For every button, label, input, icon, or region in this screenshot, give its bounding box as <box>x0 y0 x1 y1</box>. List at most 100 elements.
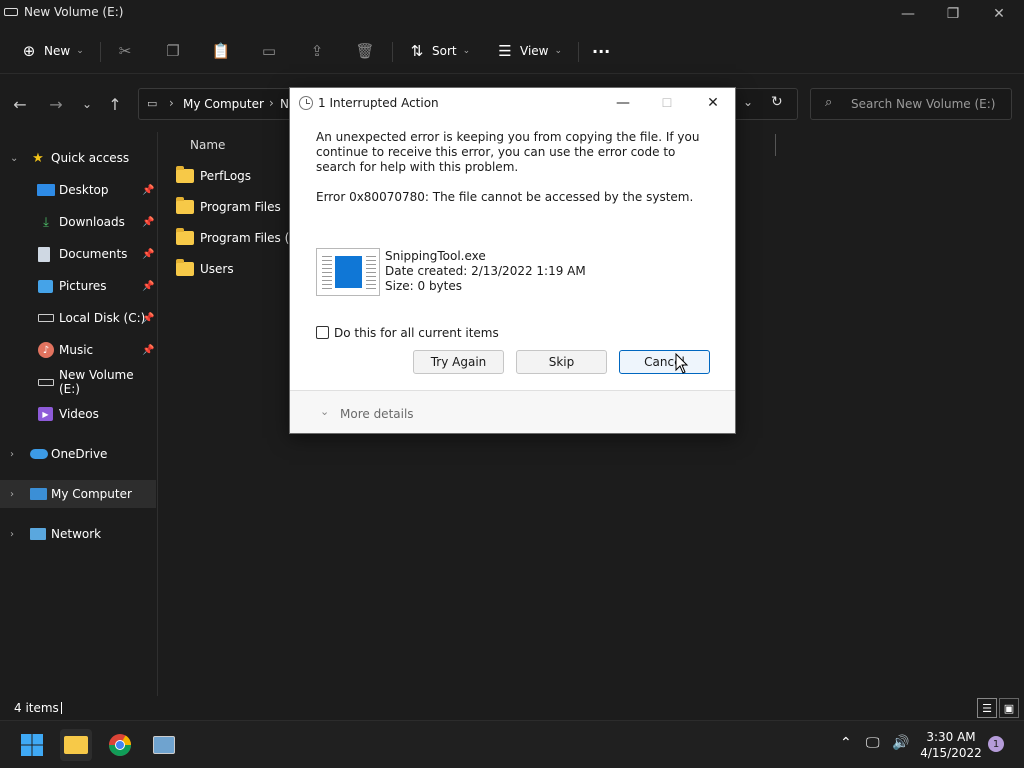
chrome-icon <box>109 734 131 756</box>
volume-icon[interactable]: 🔊 <box>892 735 909 751</box>
list-item[interactable]: Program Files (x8 <box>176 224 304 252</box>
view-button[interactable]: ☰ View ⌄ <box>496 38 562 64</box>
plus-circle-icon: ⊕ <box>22 42 36 60</box>
cut-button[interactable]: ✂ <box>116 38 134 64</box>
chevron-down-icon[interactable]: ⌄ <box>10 153 18 164</box>
computer-icon <box>30 488 47 500</box>
apply-all-label[interactable]: Do this for all current items <box>334 326 499 340</box>
sidebar-item-new-volume[interactable]: New Volume (E:) <box>0 368 156 396</box>
share-icon: ⇪ <box>310 42 324 60</box>
chevron-right-icon[interactable]: › <box>10 529 14 540</box>
sidebar-item-label: OneDrive <box>51 447 108 461</box>
close-button[interactable]: ✕ <box>976 0 1022 28</box>
list-item[interactable]: Users <box>176 255 234 283</box>
folder-icon <box>176 228 194 245</box>
download-icon: ⤓ <box>43 214 49 230</box>
minimize-button[interactable]: — <box>885 0 931 28</box>
delete-button[interactable]: 🗑 <box>355 38 375 64</box>
network-status-icon[interactable]: 🖵 <box>866 735 880 751</box>
refresh-icon[interactable]: ↻ <box>771 94 783 110</box>
chevron-right-icon[interactable]: › <box>10 449 14 460</box>
pin-icon: 📌 <box>142 280 155 292</box>
cancel-button[interactable]: Cancel <box>619 350 710 374</box>
sidebar-item-pictures[interactable]: Pictures 📌 <box>0 272 156 300</box>
sidebar-item-label: Downloads <box>59 215 125 229</box>
sidebar-item-onedrive[interactable]: › OneDrive <box>0 440 156 468</box>
sidebar-item-downloads[interactable]: ⤓ Downloads 📌 <box>0 208 156 236</box>
file-name: PerfLogs <box>200 169 252 183</box>
list-item[interactable]: Program Files <box>176 193 281 221</box>
music-icon: ♪ <box>38 342 54 358</box>
recent-chevron-icon[interactable]: ⌄ <box>77 94 97 114</box>
try-again-button[interactable]: Try Again <box>413 350 504 374</box>
start-button[interactable] <box>16 729 48 761</box>
paste-button[interactable]: 📋 <box>212 38 231 64</box>
chevron-right-icon: › <box>169 96 174 110</box>
address-dropdown-icon[interactable]: ⌄ <box>743 95 753 109</box>
sidebar-item-label: New Volume (E:) <box>59 368 134 396</box>
forward-arrow-icon[interactable]: → <box>46 94 66 114</box>
sidebar-item-quick-access[interactable]: ⌄ ★ Quick access <box>0 144 156 172</box>
computer-icon <box>153 736 175 754</box>
new-button[interactable]: ⊕ New ⌄ <box>20 38 84 64</box>
breadcrumb-item[interactable]: N <box>280 97 289 111</box>
more-options-button[interactable]: ··· <box>592 38 610 64</box>
show-hidden-icons-chevron-icon[interactable]: ⌃ <box>840 735 852 751</box>
item-count: 4 items <box>14 701 59 715</box>
sidebar-item-label: Documents <box>59 247 128 261</box>
search-icon: ⌕ <box>825 95 833 110</box>
sidebar-item-label: My Computer <box>51 487 132 501</box>
list-item[interactable]: PerfLogs <box>176 162 251 190</box>
notification-badge[interactable]: 1 <box>988 736 1004 752</box>
column-divider[interactable] <box>775 134 776 156</box>
dialog-close-button[interactable]: ✕ <box>698 92 728 114</box>
breadcrumb-item[interactable]: My Computer <box>183 97 264 111</box>
sidebar-item-my-computer[interactable]: › My Computer <box>0 480 156 508</box>
share-button[interactable]: ⇪ <box>308 38 326 64</box>
sidebar-item-network[interactable]: › Network <box>0 520 156 548</box>
sidebar-item-desktop[interactable]: Desktop 📌 <box>0 176 156 204</box>
window-title: New Volume (E:) <box>24 5 124 19</box>
more-details-toggle[interactable]: More details <box>340 407 414 421</box>
network-icon <box>30 528 46 540</box>
sort-button[interactable]: ⇅ Sort ⌄ <box>408 38 470 64</box>
sidebar-item-music[interactable]: ♪ Music 📌 <box>0 336 156 364</box>
desktop-icon <box>37 184 55 196</box>
chevron-right-icon[interactable]: › <box>10 489 14 500</box>
taskbar-clock[interactable]: 3:30 AM 4/15/2022 <box>916 729 986 761</box>
tiles-view-button[interactable]: ▣ <box>999 698 1019 718</box>
up-arrow-icon[interactable]: ↑ <box>105 94 125 114</box>
network-app-taskbar-button[interactable] <box>148 729 180 761</box>
chevron-down-icon: ⌄ <box>76 46 84 56</box>
file-explorer-taskbar-button[interactable] <box>60 729 92 761</box>
back-arrow-icon[interactable]: ← <box>10 94 30 114</box>
divider <box>100 42 101 62</box>
trash-icon: 🗑 <box>355 42 375 60</box>
restore-button[interactable]: ❐ <box>930 0 976 28</box>
dialog-minimize-button[interactable]: — <box>608 92 638 114</box>
sidebar-item-label: Pictures <box>59 279 107 293</box>
chrome-taskbar-button[interactable] <box>104 729 136 761</box>
chevron-down-icon[interactable]: ⌄ <box>320 405 329 418</box>
dialog-footer: ⌄ More details <box>290 390 735 433</box>
pin-icon: 📌 <box>142 312 155 324</box>
apply-all-checkbox[interactable] <box>316 326 329 339</box>
copy-button[interactable]: ❐ <box>164 38 182 64</box>
rename-button[interactable]: ▭ <box>260 38 278 64</box>
skip-button[interactable]: Skip <box>516 350 607 374</box>
search-input[interactable]: ⌕ Search New Volume (E:) <box>810 88 1012 120</box>
dialog-title: 1 Interrupted Action <box>318 96 439 110</box>
details-view-button[interactable]: ☰ <box>977 698 997 718</box>
clock-date: 4/15/2022 <box>920 746 982 760</box>
sidebar-item-local-disk[interactable]: Local Disk (C:) 📌 <box>0 304 156 332</box>
divider <box>578 42 579 62</box>
dialog-maximize-button[interactable]: ☐ <box>652 92 682 114</box>
drive-icon <box>4 8 18 16</box>
scissors-icon: ✂ <box>118 42 132 60</box>
command-bar: ⊕ New ⌄ ✂ ❐ 📋 ▭ ⇪ 🗑 ⇅ Sort ⌄ ☰ View ⌄ ··… <box>0 28 1024 74</box>
column-header-name[interactable]: Name <box>190 138 225 152</box>
copy-icon: ❐ <box>166 42 180 60</box>
pin-icon: 📌 <box>142 248 155 260</box>
sidebar-item-videos[interactable]: ▶ Videos <box>0 400 156 428</box>
sidebar-item-documents[interactable]: Documents 📌 <box>0 240 156 268</box>
